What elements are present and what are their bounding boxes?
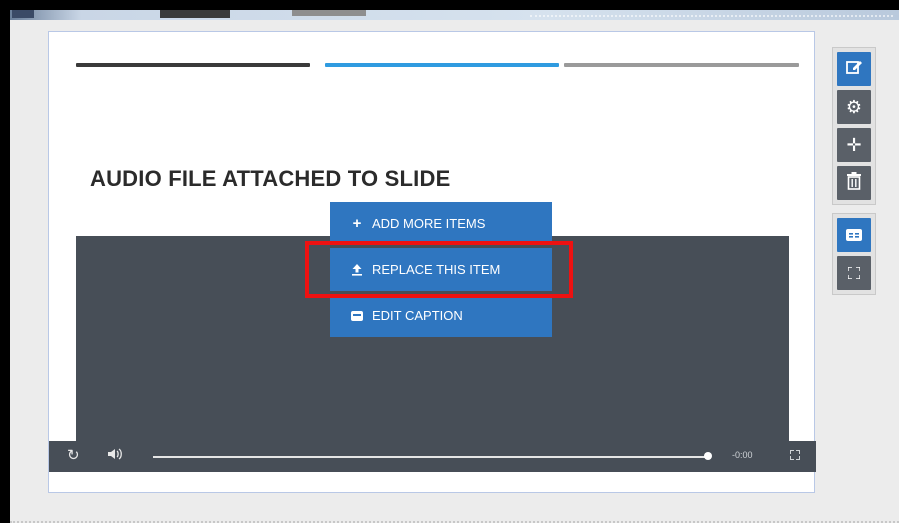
toolbar-group-edit: ⚙ ✛	[832, 47, 876, 205]
menu-item-label: REPLACE THIS ITEM	[372, 262, 501, 277]
upload-icon	[350, 263, 364, 277]
slide-progress-segment-1	[76, 63, 310, 67]
top-strip-dots	[530, 10, 893, 17]
move-button[interactable]: ✛	[837, 128, 871, 162]
delete-trash-icon	[846, 171, 862, 195]
top-strip-block	[12, 10, 34, 18]
toolbar-group-media	[832, 213, 876, 295]
audio-seek-thumb[interactable]	[704, 452, 712, 460]
menu-item-label: EDIT CAPTION	[372, 308, 463, 323]
replace-this-item-button[interactable]: REPLACE THIS ITEM	[330, 248, 552, 291]
expand-icon	[847, 263, 861, 284]
plus-icon: +	[352, 215, 362, 232]
slide-progress-segment-2	[325, 63, 559, 67]
closed-caption-icon	[846, 225, 862, 246]
menu-item-label: ADD MORE ITEMS	[372, 216, 486, 231]
edit-icon	[845, 58, 863, 81]
audio-time-remaining: -0:00	[732, 450, 753, 460]
slide-side-toolbar: ⚙ ✛	[832, 47, 876, 295]
caption-button[interactable]	[837, 218, 871, 252]
delete-button[interactable]	[837, 166, 871, 200]
add-more-items-button[interactable]: + ADD MORE ITEMS	[330, 202, 552, 245]
fullscreen-icon[interactable]	[790, 450, 800, 460]
move-arrows-icon: ✛	[846, 134, 862, 155]
audio-seek-track[interactable]	[153, 456, 708, 458]
top-strip-block	[160, 10, 230, 18]
slide-title[interactable]: AUDIO FILE ATTACHED TO SLIDE	[90, 166, 450, 192]
volume-icon[interactable]	[107, 447, 123, 466]
edit-caption-button[interactable]: EDIT CAPTION	[330, 294, 552, 337]
top-strip-block	[292, 10, 366, 16]
audio-player-controls: ↻ -0:00	[49, 441, 816, 472]
settings-gear-icon: ⚙	[845, 96, 863, 117]
closed-caption-icon	[350, 309, 364, 323]
replay-icon[interactable]: ↻	[67, 447, 80, 465]
item-context-menu: + ADD MORE ITEMS REPLACE THIS ITEM EDIT …	[330, 202, 552, 337]
edit-button[interactable]	[837, 52, 871, 86]
settings-button[interactable]: ⚙	[837, 90, 871, 124]
slide-progress-segment-3	[564, 63, 799, 67]
expand-button[interactable]	[837, 256, 871, 290]
app-top-strip	[10, 10, 899, 20]
